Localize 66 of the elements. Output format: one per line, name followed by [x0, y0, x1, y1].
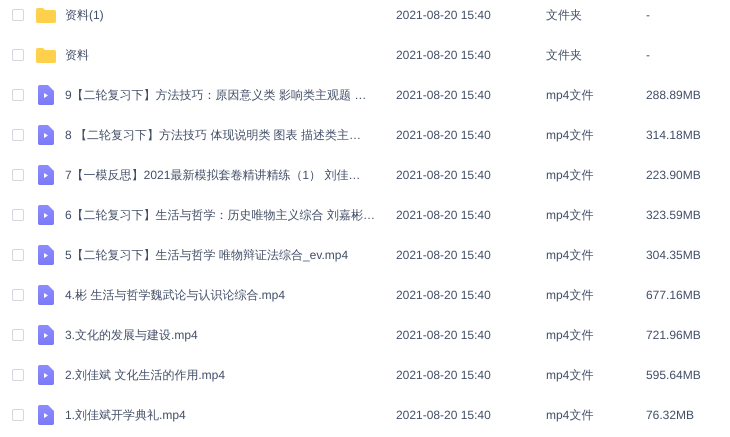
file-name[interactable]: 资料	[65, 46, 89, 64]
file-name[interactable]: 2.刘佳斌 文化生活的作用.mp4	[65, 366, 226, 384]
file-type: mp4文件	[546, 208, 594, 222]
file-size: -	[646, 8, 650, 22]
modified-date: 2021-08-20 15:40	[396, 288, 491, 302]
video-file-icon	[38, 405, 54, 425]
file-size: 223.90MB	[646, 168, 701, 182]
file-size: 288.89MB	[646, 88, 701, 102]
video-file-icon	[38, 125, 54, 145]
file-size: 76.32MB	[646, 408, 694, 422]
checkbox[interactable]	[12, 209, 24, 221]
file-type: mp4文件	[546, 128, 594, 142]
checkbox[interactable]	[12, 249, 24, 261]
file-name[interactable]: 8 【二轮复习下】方法技巧 体现说明类 图表 描述类主…	[65, 126, 362, 144]
file-size: 323.59MB	[646, 208, 701, 222]
video-file-icon	[38, 285, 54, 305]
checkbox[interactable]	[12, 409, 24, 421]
file-size: 721.96MB	[646, 328, 701, 342]
modified-date: 2021-08-20 15:40	[396, 408, 491, 422]
file-size: 595.64MB	[646, 368, 701, 382]
file-name[interactable]: 7【一模反思】2021最新模拟套卷精讲精练（1） 刘佳…	[65, 166, 360, 184]
file-type: mp4文件	[546, 328, 594, 342]
modified-date: 2021-08-20 15:40	[396, 48, 491, 62]
file-type: mp4文件	[546, 288, 594, 302]
modified-date: 2021-08-20 15:40	[396, 168, 491, 182]
file-name[interactable]: 6【二轮复习下】生活与哲学：历史唯物主义综合 刘嘉彬…	[65, 206, 376, 224]
file-name[interactable]: 1.刘佳斌开学典礼.mp4	[65, 406, 186, 424]
file-type: mp4文件	[546, 408, 594, 422]
file-type: mp4文件	[546, 248, 594, 262]
file-name[interactable]: 4.彬 生活与哲学魏武论与认识论综合.mp4	[65, 286, 286, 304]
file-name[interactable]: 9【二轮复习下】方法技巧：原因意义类 影响类主观题 …	[65, 86, 366, 104]
file-size: -	[646, 48, 650, 62]
checkbox[interactable]	[12, 329, 24, 341]
modified-date: 2021-08-20 15:40	[396, 368, 491, 382]
file-size: 304.35MB	[646, 248, 701, 262]
video-file-icon	[38, 365, 54, 385]
file-name[interactable]: 3.文化的发展与建设.mp4	[65, 326, 198, 344]
file-size: 677.16MB	[646, 288, 701, 302]
file-size: 314.18MB	[646, 128, 701, 142]
video-file-icon	[38, 245, 54, 265]
checkbox[interactable]	[12, 9, 24, 21]
modified-date: 2021-08-20 15:40	[396, 208, 491, 222]
file-name[interactable]: 资料(1)	[65, 6, 104, 24]
file-type: mp4文件	[546, 168, 594, 182]
checkbox[interactable]	[12, 89, 24, 101]
modified-date: 2021-08-20 15:40	[396, 248, 491, 262]
modified-date: 2021-08-20 15:40	[396, 88, 491, 102]
checkbox[interactable]	[12, 49, 24, 61]
modified-date: 2021-08-20 15:40	[396, 128, 491, 142]
modified-date: 2021-08-20 15:40	[396, 328, 491, 342]
checkbox[interactable]	[12, 369, 24, 381]
file-type: mp4文件	[546, 88, 594, 102]
checkbox[interactable]	[12, 289, 24, 301]
video-file-icon	[38, 325, 54, 345]
file-type: 文件夹	[546, 8, 582, 22]
modified-date: 2021-08-20 15:40	[396, 8, 491, 22]
file-name[interactable]: 5【二轮复习下】生活与哲学 唯物辩证法综合_ev.mp4	[65, 246, 348, 264]
video-file-icon	[38, 165, 54, 185]
checkbox[interactable]	[12, 129, 24, 141]
checkbox[interactable]	[12, 169, 24, 181]
video-file-icon	[38, 85, 54, 105]
folder-icon	[36, 48, 56, 62]
file-type: 文件夹	[546, 48, 582, 62]
folder-icon	[36, 8, 56, 22]
file-type: mp4文件	[546, 368, 594, 382]
video-file-icon	[38, 205, 54, 225]
